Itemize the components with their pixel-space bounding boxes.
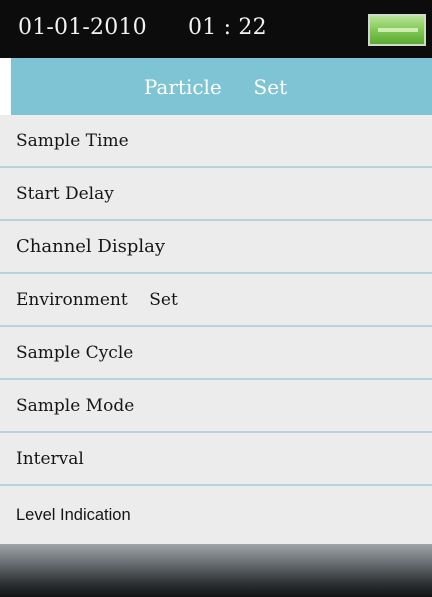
menu-item-label: Channel Display [16, 236, 166, 257]
menu-item-label: Interval [16, 448, 84, 469]
status-time: 01 : 22 [188, 15, 267, 40]
menu-item-label: Environment Set [16, 289, 178, 310]
menu-item-label: Level Indication [16, 506, 131, 524]
menu-item-label: Sample Mode [16, 395, 135, 416]
status-bar: 01-01-2010 01 : 22 [0, 0, 432, 58]
menu-item-environment-set[interactable]: Environment Set [0, 274, 432, 327]
status-date: 01-01-2010 [18, 15, 147, 40]
title-bar: Particle Set [11, 58, 432, 115]
menu-item-level-indication[interactable]: Level Indication [0, 486, 432, 545]
menu-item-start-delay[interactable]: Start Delay [0, 168, 432, 221]
footer-bar [0, 544, 432, 597]
menu-item-interval[interactable]: Interval [0, 433, 432, 486]
page-title: Particle Set [143, 74, 288, 99]
menu-item-label: Sample Cycle [16, 342, 134, 363]
battery-full-icon [368, 14, 426, 46]
menu-item-sample-time[interactable]: Sample Time [0, 115, 432, 168]
menu-item-label: Sample Time [16, 130, 129, 151]
menu-item-label: Start Delay [16, 183, 114, 204]
settings-menu: Sample Time Start Delay Channel Display … [0, 115, 432, 545]
device-screen: 01-01-2010 01 : 22 Particle Set Sample T… [0, 0, 432, 597]
menu-item-sample-cycle[interactable]: Sample Cycle [0, 327, 432, 380]
menu-item-sample-mode[interactable]: Sample Mode [0, 380, 432, 433]
battery-shine [378, 28, 418, 32]
menu-item-channel-display[interactable]: Channel Display [0, 221, 432, 274]
